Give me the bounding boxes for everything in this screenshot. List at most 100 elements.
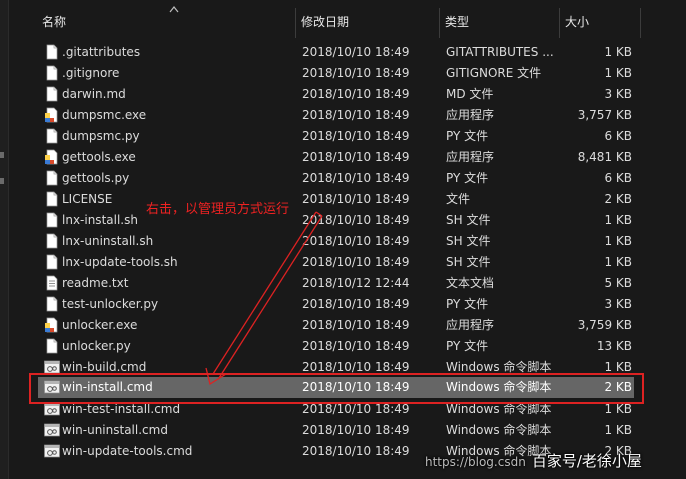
file-size: 1 KB bbox=[604, 402, 632, 416]
file-name: win-install.cmd bbox=[62, 380, 153, 394]
file-date: 2018/10/12 12:44 bbox=[302, 276, 410, 290]
cmd-script-icon bbox=[44, 443, 60, 459]
file-name: dumpsmc.py bbox=[62, 129, 140, 143]
file-size: 3,757 KB bbox=[577, 108, 632, 122]
file-row[interactable]: .gitignore 2018/10/10 18:49 GITIGNORE 文件 1 … bbox=[9, 63, 686, 84]
document-icon bbox=[44, 191, 60, 207]
watermark-url: https://blog.csdn bbox=[425, 455, 526, 469]
file-row[interactable]: win-uninstall.cmd 2018/10/10 18:49 Windows… bbox=[9, 420, 686, 441]
file-date: 2018/10/10 18:49 bbox=[302, 339, 410, 353]
pane-marker bbox=[0, 178, 4, 184]
file-date: 2018/10/10 18:49 bbox=[302, 66, 410, 80]
column-header-date[interactable]: 修改日期 bbox=[296, 13, 439, 31]
file-name: unlocker.exe bbox=[62, 318, 138, 332]
file-size: 1 KB bbox=[604, 255, 632, 269]
file-size: 5 KB bbox=[604, 276, 632, 290]
file-row[interactable]: win-build.cmd 2018/10/10 18:49 Windows 命令脚… bbox=[9, 357, 686, 378]
document-icon bbox=[44, 338, 60, 354]
file-size: 1 KB bbox=[604, 66, 632, 80]
navigation-pane-edge[interactable] bbox=[0, 0, 9, 479]
column-header-bar: 名称 修改日期 类型 大小 bbox=[9, 0, 686, 41]
file-date: 2018/10/10 18:49 bbox=[302, 87, 410, 101]
file-name: win-update-tools.cmd bbox=[62, 444, 193, 458]
file-size: 3,759 KB bbox=[577, 318, 632, 332]
file-size: 1 KB bbox=[604, 45, 632, 59]
file-row[interactable]: readme.txt 2018/10/12 12:44 文本文档 5 KB bbox=[9, 273, 686, 294]
file-date: 2018/10/10 18:49 bbox=[302, 380, 410, 394]
file-row[interactable]: gettools.exe 2018/10/10 18:49 应用程序 8,481 KB bbox=[9, 147, 686, 168]
file-name: unlocker.py bbox=[62, 339, 131, 353]
cmd-script-icon bbox=[44, 379, 60, 395]
file-type: SH 文件 bbox=[446, 213, 491, 227]
document-icon bbox=[44, 128, 60, 144]
column-header-size[interactable]: 大小 bbox=[560, 13, 640, 31]
file-row[interactable]: win-test-install.cmd 2018/10/10 18:49 Wind… bbox=[9, 399, 686, 420]
file-name: dumpsmc.exe bbox=[62, 108, 147, 122]
file-size: 6 KB bbox=[604, 171, 632, 185]
file-row[interactable]: LICENSE 2018/10/10 18:49 文件 2 KB bbox=[9, 189, 686, 210]
file-name: win-test-install.cmd bbox=[62, 402, 181, 416]
file-size: 1 KB bbox=[604, 360, 632, 374]
file-row[interactable]: .gitattributes 2018/10/10 18:49 GITATTRIBU… bbox=[9, 42, 686, 63]
cmd-script-icon bbox=[44, 401, 60, 417]
pane-marker bbox=[0, 152, 4, 158]
file-name: win-build.cmd bbox=[62, 360, 147, 374]
file-size: 2 KB bbox=[604, 192, 632, 206]
file-row[interactable]: lnx-install.sh 2018/10/10 18:49 SH 文件 1 KB bbox=[9, 210, 686, 231]
document-icon bbox=[44, 65, 60, 81]
file-date: 2018/10/10 18:49 bbox=[302, 234, 410, 248]
file-row[interactable]: dumpsmc.py 2018/10/10 18:49 PY 文件 6 KB bbox=[9, 126, 686, 147]
text-file-icon bbox=[44, 275, 60, 291]
file-type: 应用程序 bbox=[446, 318, 495, 332]
file-type: PY 文件 bbox=[446, 339, 489, 353]
exe-icon bbox=[44, 317, 60, 333]
file-name: test-unlocker.py bbox=[62, 297, 159, 311]
file-date: 2018/10/10 18:49 bbox=[302, 297, 410, 311]
document-icon bbox=[44, 212, 60, 228]
file-row[interactable]: test-unlocker.py 2018/10/10 18:49 PY 文件 3 K… bbox=[9, 294, 686, 315]
file-date: 2018/10/10 18:49 bbox=[302, 129, 410, 143]
document-icon bbox=[44, 254, 60, 270]
file-type: GITATTRIBUTES ... bbox=[446, 45, 554, 59]
file-size: 6 KB bbox=[604, 129, 632, 143]
file-type: 文本文档 bbox=[446, 276, 495, 290]
file-type: PY 文件 bbox=[446, 171, 489, 185]
column-header-name[interactable]: 名称 bbox=[37, 13, 292, 31]
file-type: PY 文件 bbox=[446, 129, 489, 143]
column-header-type[interactable]: 类型 bbox=[440, 13, 558, 31]
file-type: SH 文件 bbox=[446, 255, 491, 269]
file-size: 3 KB bbox=[604, 297, 632, 311]
file-date: 2018/10/10 18:49 bbox=[302, 423, 410, 437]
file-type: 应用程序 bbox=[446, 150, 495, 164]
file-type: 文件 bbox=[446, 192, 471, 206]
file-date: 2018/10/10 18:49 bbox=[302, 45, 410, 59]
file-name: readme.txt bbox=[62, 276, 129, 290]
file-row[interactable]: darwin.md 2018/10/10 18:49 MD 文件 3 KB bbox=[9, 84, 686, 105]
file-date: 2018/10/10 18:49 bbox=[302, 108, 410, 122]
column-divider[interactable] bbox=[640, 8, 641, 38]
cmd-script-icon bbox=[44, 359, 60, 375]
file-row[interactable]: unlocker.py 2018/10/10 18:49 PY 文件 13 KB bbox=[9, 336, 686, 357]
document-icon bbox=[44, 296, 60, 312]
file-row[interactable]: gettools.py 2018/10/10 18:49 PY 文件 6 KB bbox=[9, 168, 686, 189]
file-date: 2018/10/10 18:49 bbox=[302, 192, 410, 206]
file-size: 1 KB bbox=[604, 234, 632, 248]
file-name: lnx-update-tools.sh bbox=[62, 255, 178, 269]
file-date: 2018/10/10 18:49 bbox=[302, 213, 410, 227]
file-row[interactable]: unlocker.exe 2018/10/10 18:49 应用程序 3,759 KB bbox=[9, 315, 686, 336]
annotation-label: 右击，以管理员方式运行 bbox=[146, 202, 290, 217]
file-name: gettools.py bbox=[62, 171, 130, 185]
file-type: Windows 命令脚本 bbox=[446, 360, 552, 374]
file-row[interactable]: lnx-uninstall.sh 2018/10/10 18:49 SH 文件 1 K… bbox=[9, 231, 686, 252]
sort-ascending-icon bbox=[169, 6, 179, 13]
file-size: 8,481 KB bbox=[577, 150, 632, 164]
file-date: 2018/10/10 18:49 bbox=[302, 360, 410, 374]
file-name: lnx-uninstall.sh bbox=[62, 234, 154, 248]
file-row[interactable]: dumpsmc.exe 2018/10/10 18:49 应用程序 3,757 KB bbox=[9, 105, 686, 126]
file-type: Windows 命令脚本 bbox=[446, 423, 552, 437]
cmd-script-icon bbox=[44, 422, 60, 438]
file-size: 1 KB bbox=[604, 423, 632, 437]
file-row[interactable]: lnx-update-tools.sh 2018/10/10 18:49 SH 文件… bbox=[9, 252, 686, 273]
exe-icon bbox=[44, 107, 60, 123]
file-row-selected[interactable]: win-install.cmd 2018/10/10 18:49 Windows 命… bbox=[38, 377, 634, 398]
